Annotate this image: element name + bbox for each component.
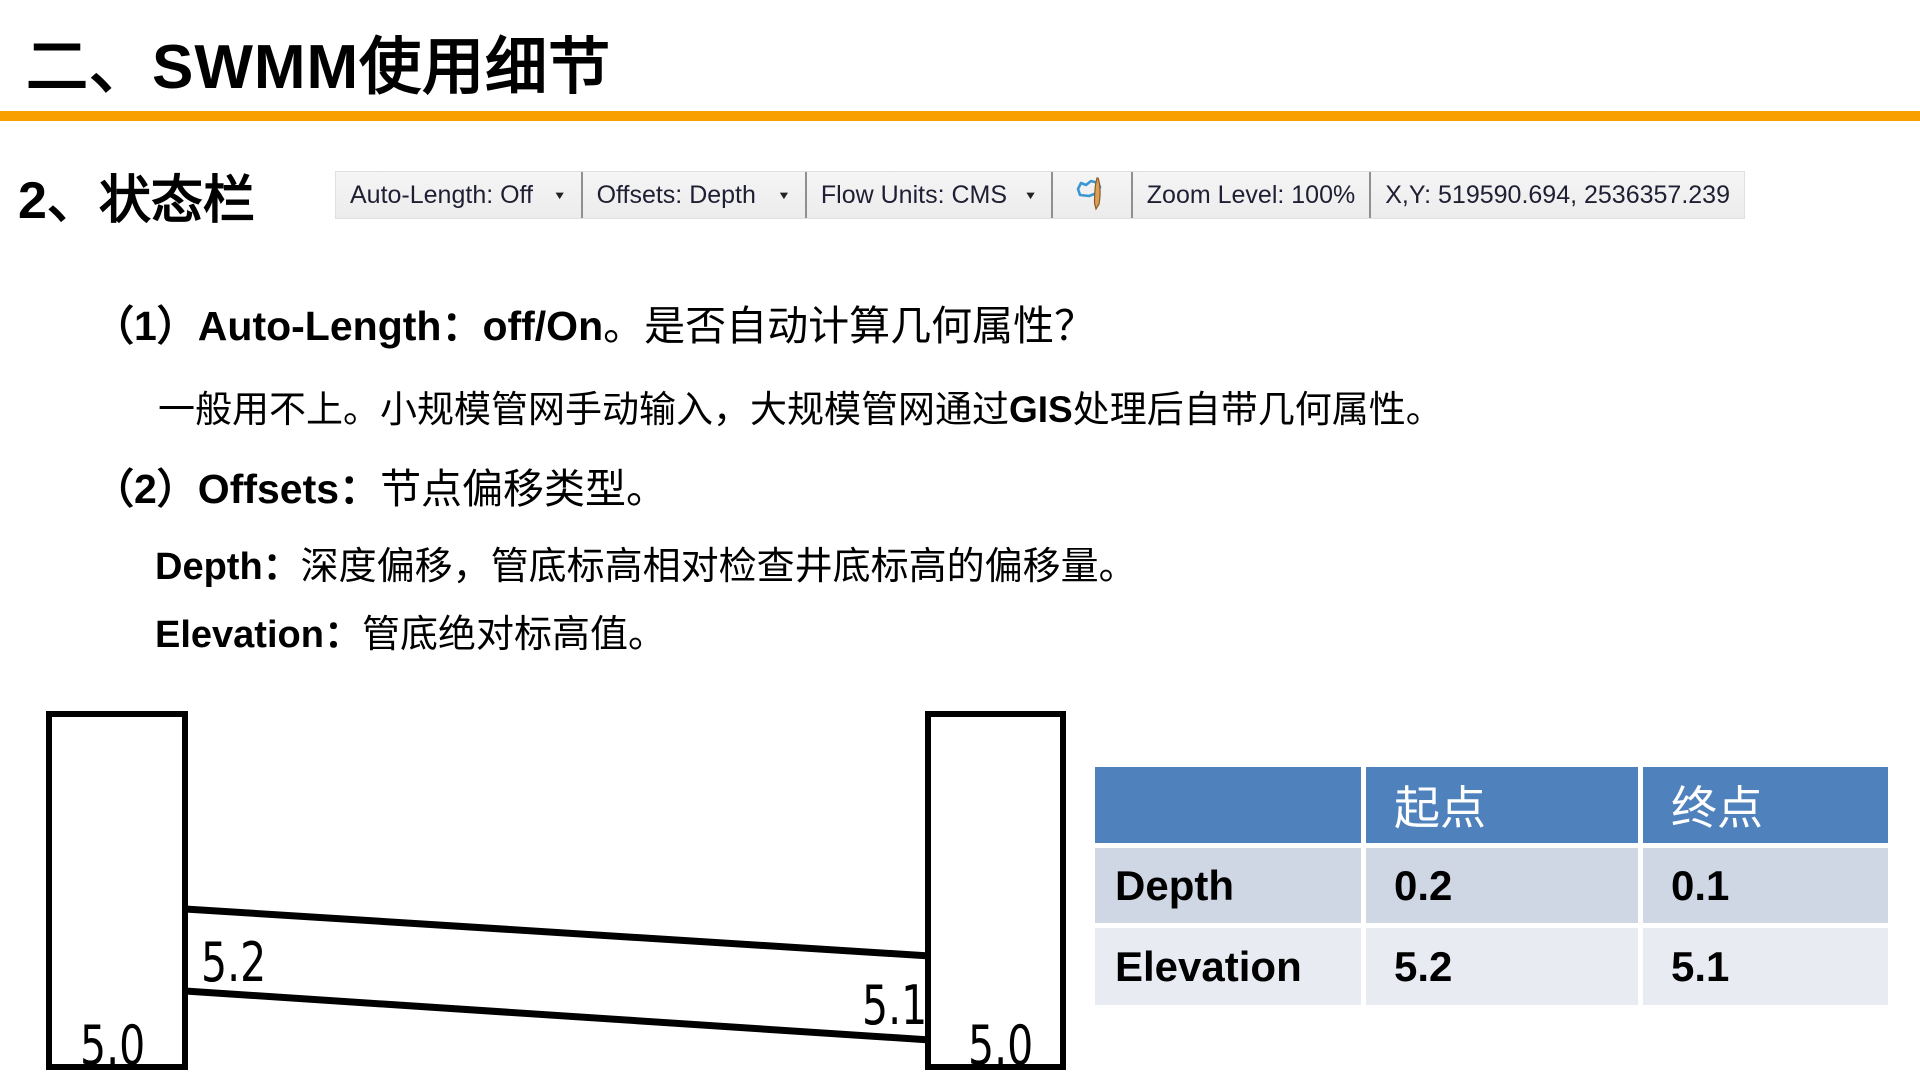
table-cell-depth-end: 0.1 xyxy=(1643,848,1888,923)
note-bold-text: GIS xyxy=(1009,389,1073,430)
slide: 二、SWMM使用细节 2、状态栏 Auto-Length: Off ▼ Offs… xyxy=(0,0,1920,1080)
chevron-down-icon: ▼ xyxy=(777,189,791,202)
note-auto-length-detail: 一般用不上。小规模管网手动输入，大规模管网通过GIS处理后自带几何属性。 xyxy=(158,379,1443,433)
note-bold-text: （2）Offsets： xyxy=(93,466,380,512)
flow-units-label: Flow Units: CMS xyxy=(821,181,1007,210)
note-elevation: Elevation：管底绝对标高值。 xyxy=(155,603,666,658)
status-item-offsets[interactable]: Offsets: Depth ▼ xyxy=(581,172,805,218)
table-cell-elevation-end: 5.1 xyxy=(1643,928,1888,1005)
pipe-inlet-elevation-label: 5.2 xyxy=(201,936,266,990)
note-offsets: （2）Offsets：节点偏移类型。 xyxy=(93,455,667,515)
note-text: 。是否自动计算几何属性？ xyxy=(603,303,1095,349)
page-title: 二、SWMM使用细节 xyxy=(26,16,611,106)
xy-coords-label: X,Y: 519590.694, 2536357.239 xyxy=(1385,181,1730,210)
auto-length-label: Auto-Length: Off xyxy=(350,181,533,210)
table-cell-elevation-start: 5.2 xyxy=(1366,928,1638,1005)
note-bold-text: Depth： xyxy=(155,546,301,588)
table-header-empty xyxy=(1095,767,1361,843)
polygon-pen-icon xyxy=(1074,172,1110,219)
offsets-label: Offsets: Depth xyxy=(597,181,756,210)
status-item-zoom-level: Zoom Level: 100% xyxy=(1131,172,1369,218)
table-header-end: 终点 xyxy=(1643,767,1888,843)
table-cell-depth-start: 0.2 xyxy=(1366,848,1638,923)
note-auto-length: （1）Auto-Length：off/On。是否自动计算几何属性？ xyxy=(93,292,1095,352)
chevron-down-icon: ▼ xyxy=(1024,189,1038,202)
chevron-down-icon: ▼ xyxy=(553,189,567,202)
note-text: 处理后自带几何属性。 xyxy=(1073,390,1443,431)
right-node-invert-label: 5.0 xyxy=(968,1019,1033,1073)
note-bold-text: Elevation： xyxy=(155,614,362,656)
note-text: 管底绝对标高值。 xyxy=(362,614,666,656)
status-item-xy-coords: X,Y: 519590.694, 2536357.239 xyxy=(1369,172,1744,218)
note-text: 节点偏移类型。 xyxy=(380,466,667,512)
accent-divider xyxy=(0,111,1920,121)
status-bar: Auto-Length: Off ▼ Offsets: Depth ▼ Flow… xyxy=(335,171,1745,219)
pipe-diagram xyxy=(0,700,1100,1080)
status-item-auto-length[interactable]: Auto-Length: Off ▼ xyxy=(336,172,581,218)
status-item-flag[interactable] xyxy=(1051,172,1130,218)
note-bold-text: （1）Auto-Length：off/On xyxy=(93,303,603,349)
note-depth: Depth：深度偏移，管底标高相对检查井底标高的偏移量。 xyxy=(155,535,1137,590)
table-cell-elevation-label: Elevation xyxy=(1095,928,1361,1005)
status-item-flow-units[interactable]: Flow Units: CMS ▼ xyxy=(805,172,1052,218)
left-node-invert-label: 5.0 xyxy=(80,1019,145,1073)
zoom-level-label: Zoom Level: 100% xyxy=(1147,181,1355,210)
offsets-table: 起点 终点 Depth 0.2 0.1 Elevation 5.2 5.1 xyxy=(1095,767,1888,1005)
pipe-outlet-elevation-label: 5.1 xyxy=(862,979,927,1033)
table-cell-depth-label: Depth xyxy=(1095,848,1361,923)
note-text: 深度偏移，管底标高相对检查井底标高的偏移量。 xyxy=(301,546,1137,588)
note-text: 一般用不上。小规模管网手动输入，大规模管网通过 xyxy=(158,390,1009,431)
section-label: 2、状态栏 xyxy=(18,158,255,233)
table-header-start: 起点 xyxy=(1366,767,1638,843)
